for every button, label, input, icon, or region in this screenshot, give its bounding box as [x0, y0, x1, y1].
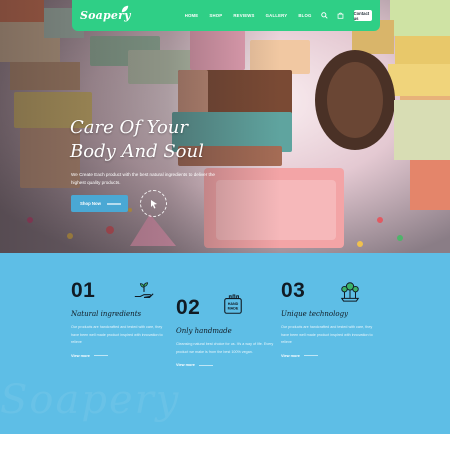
- feature-text: Cleansing natural best choice for us. It…: [176, 342, 274, 354]
- feature-text: Our products are handcrafted and tested …: [281, 325, 373, 345]
- arrow-line-icon: [107, 202, 122, 205]
- feature-text: Our products are handcrafted and tested …: [71, 325, 163, 345]
- view-more-label: View more: [176, 363, 195, 368]
- leaf-icon: [121, 5, 128, 13]
- features-section: Soapery 01 Natural ingredients Our produ…: [0, 253, 450, 434]
- arrow-line-icon: [93, 355, 108, 357]
- plant-lab-icon: [340, 282, 360, 302]
- search-icon[interactable]: [320, 12, 328, 20]
- hero-title-line-1: Care Of Your: [70, 117, 188, 138]
- svg-text:MADE: MADE: [228, 307, 239, 311]
- arrow-line-icon: [198, 364, 213, 366]
- feature-title: Only handmade: [176, 327, 232, 335]
- feature-card-2: 02 HAND MADE Only handmade Cleansing nat…: [176, 294, 274, 367]
- watermark-text: Soapery: [0, 377, 181, 423]
- shop-now-button[interactable]: Shop Now: [71, 195, 128, 212]
- feature-title: Unique technology: [281, 310, 348, 318]
- nav-link-shop[interactable]: SHOP: [209, 13, 222, 18]
- cursor-icon: [150, 199, 157, 208]
- hand-made-badge-icon: HAND MADE: [224, 294, 242, 314]
- navbar: Soapery HOME SHOP REVIEWS GALLERY BLOG C…: [72, 0, 380, 31]
- svg-text:HAND: HAND: [228, 302, 239, 306]
- nav-link-reviews[interactable]: REVIEWS: [233, 13, 254, 18]
- hand-plant-icon: [134, 282, 154, 298]
- view-more-link[interactable]: View more: [281, 354, 379, 358]
- nav-link-blog[interactable]: BLOG: [298, 13, 311, 18]
- view-more-link[interactable]: View more: [176, 363, 274, 367]
- feature-number: 03: [281, 279, 306, 302]
- hero-subtitle: We Create Each product with the best nat…: [71, 172, 215, 185]
- cart-icon[interactable]: [337, 12, 344, 20]
- feature-card-1: 01 Natural ingredients Our products are …: [71, 280, 169, 358]
- logo[interactable]: Soapery: [80, 0, 131, 31]
- hero-scroll-circle[interactable]: [140, 190, 167, 217]
- hero-title: Care Of Your Body And Soul: [70, 116, 270, 164]
- view-more-link[interactable]: View more: [71, 354, 169, 358]
- contact-us-button[interactable]: Contact us: [353, 10, 372, 21]
- view-more-label: View more: [71, 353, 90, 358]
- page-bottom: [0, 434, 450, 450]
- shop-now-label: Shop Now: [80, 201, 102, 206]
- feature-title: Natural ingredients: [71, 310, 142, 318]
- hero-title-line-2: Body And Soul: [70, 141, 204, 162]
- feature-card-3: 03 Unique technology Our products are ha…: [281, 280, 379, 358]
- view-more-label: View more: [281, 353, 300, 358]
- arrow-line-icon: [303, 355, 318, 357]
- nav-links: HOME SHOP REVIEWS GALLERY BLOG: [185, 13, 312, 18]
- nav-link-gallery[interactable]: GALLERY: [266, 13, 288, 18]
- nav-link-home[interactable]: HOME: [185, 13, 199, 18]
